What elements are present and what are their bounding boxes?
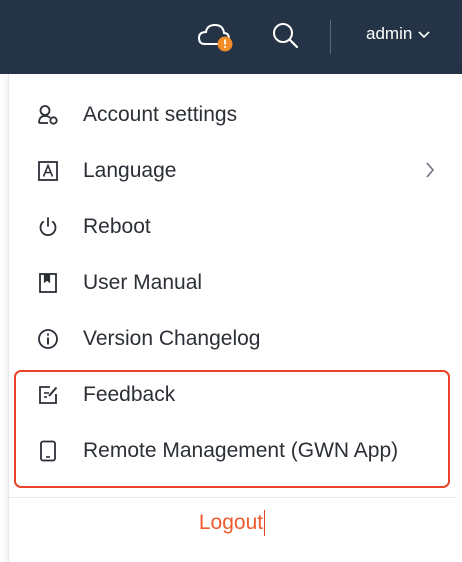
username-label: admin [366,24,413,43]
top-navigation-bar: admin [0,0,462,74]
menu-item-feedback[interactable]: Feedback [9,367,455,423]
menu-item-label: Language [83,159,177,182]
menu-item-account-settings[interactable]: Account settings [9,87,455,143]
account-settings-icon [37,104,59,126]
book-icon [37,272,59,294]
mobile-device-icon [37,440,59,462]
cloud-alert-icon[interactable] [196,18,236,59]
language-icon [37,160,59,182]
user-dropdown-menu: Account settings Language Reboot User Ma… [8,74,462,562]
feedback-icon [37,384,59,406]
toolbar-divider [330,20,331,54]
chevron-right-icon [425,161,435,184]
menu-item-label: Remote Management (GWN App) [83,439,399,462]
search-icon[interactable] [270,20,302,57]
menu-item-version-changelog[interactable]: Version Changelog [9,311,455,367]
chevron-down-icon [418,24,430,44]
menu-item-remote-management[interactable]: Remote Management (GWN App) [9,423,455,479]
logout-button[interactable]: Logout [9,498,455,548]
menu-item-label: Reboot [83,215,151,238]
logout-label: Logout [198,511,264,534]
info-icon [37,328,59,350]
menu-item-label: Feedback [83,383,176,406]
text-cursor [264,510,266,536]
menu-item-label: Version Changelog [83,327,261,350]
power-icon [37,216,59,238]
menu-item-language[interactable]: Language [9,143,455,199]
menu-item-reboot[interactable]: Reboot [9,199,455,255]
menu-item-label: User Manual [83,271,203,294]
menu-item-label: Account settings [83,103,238,126]
user-menu-button[interactable]: admin [366,24,430,44]
menu-item-user-manual[interactable]: User Manual [9,255,455,311]
